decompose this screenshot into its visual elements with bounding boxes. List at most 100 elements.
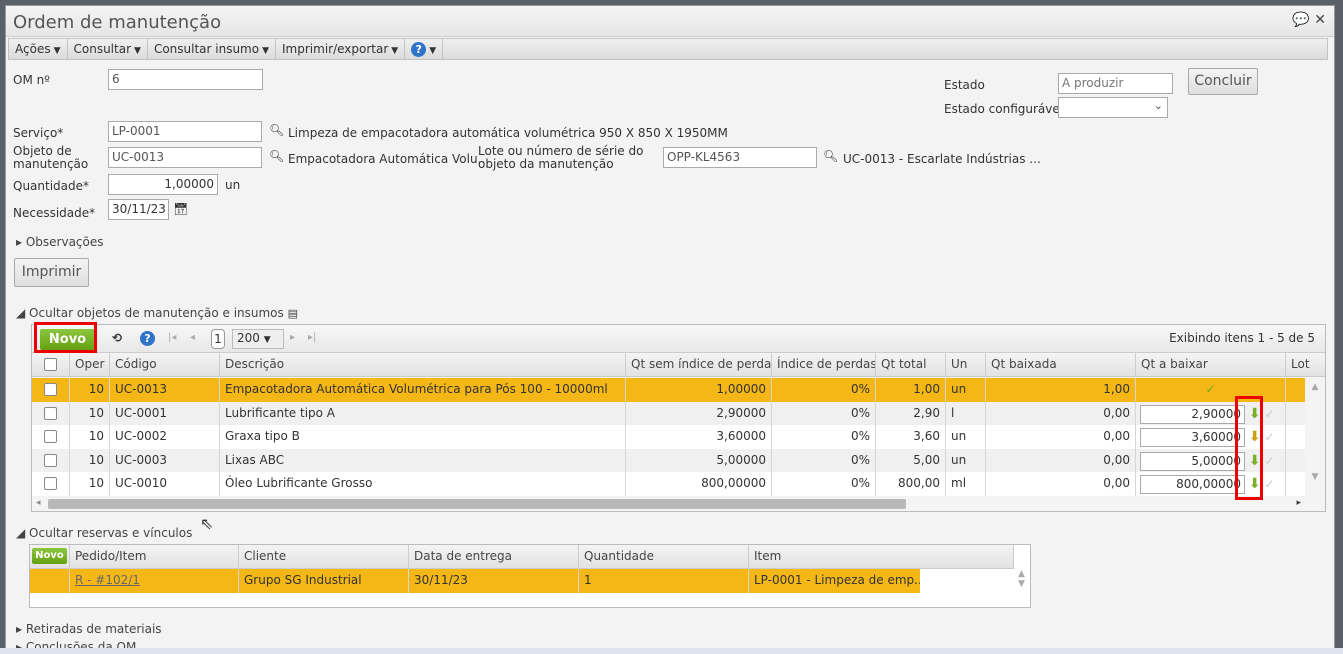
estado-configuravel-select[interactable]: ⌄ xyxy=(1058,97,1168,118)
concluir-button[interactable]: Concluir xyxy=(1188,68,1258,95)
scroll-thumb[interactable] xyxy=(48,499,906,509)
col-qt-baixada[interactable]: Qt baixada xyxy=(986,353,1136,377)
reserva-row[interactable]: R - #102/1 Grupo SG Industrial 30/11/23 … xyxy=(30,569,920,593)
prev-page-icon[interactable]: ◂ xyxy=(190,332,195,343)
qt-total-cell: 5,00 xyxy=(876,448,946,473)
menu-consultar[interactable]: Consultar ▼ xyxy=(68,39,148,59)
om-label: OM nº xyxy=(13,73,50,87)
table-row[interactable]: 10 UC-0013 Empacotadora Automática Volumét… xyxy=(32,378,1325,402)
col-un[interactable]: Un xyxy=(946,353,986,377)
qt-a-baixar-input[interactable]: 800,00000 xyxy=(1140,475,1245,494)
qt-a-baixar-input[interactable]: 5,00000 xyxy=(1140,451,1245,471)
pedido-link[interactable]: R - #102/1 xyxy=(75,573,140,587)
reservas-section-toggle[interactable]: ◢ Ocultar reservas e vínculos xyxy=(16,526,192,540)
col-qt-sem[interactable]: Qt sem índice de perdas xyxy=(626,353,772,377)
oper-cell: 10 xyxy=(70,378,110,402)
row-checkbox[interactable] xyxy=(44,453,57,467)
search-icon[interactable]: 🔍︎ xyxy=(269,123,284,137)
indice-cell: 0% xyxy=(772,425,876,449)
search-icon[interactable]: 🔍︎ xyxy=(269,149,284,163)
qt-a-baixar-input[interactable]: 2,90000 xyxy=(1140,404,1245,424)
om-number-field[interactable]: 6 xyxy=(108,69,263,90)
row-checkbox[interactable] xyxy=(44,383,57,396)
codigo-cell: UC-0002 xyxy=(110,425,220,449)
servico-field[interactable]: LP-0001 xyxy=(108,121,262,142)
objeto-label: Objeto de manutenção xyxy=(13,144,89,171)
vertical-scrollbar[interactable]: ▲ ▼ xyxy=(1305,378,1325,496)
retiradas-toggle[interactable]: ▸ Retiradas de materiais xyxy=(16,622,162,636)
qt-a-baixar-cell: 2,90000 ⬇ ✓ xyxy=(1136,401,1286,426)
close-icon[interactable]: ✕ xyxy=(1314,12,1326,28)
table-row[interactable]: 10 UC-0001 Lubrificante tipo A 2,90000 0% 2,9… xyxy=(32,401,1325,426)
row-checkbox[interactable] xyxy=(44,477,57,490)
menu-imprimir-exportar[interactable]: Imprimir/exportar ▼ xyxy=(276,39,406,59)
col-qt-a-baixar[interactable]: Qt a baixar xyxy=(1136,353,1286,377)
page-size-select[interactable]: 200 ▼ xyxy=(232,329,284,349)
insumos-section-toggle[interactable]: ◢ Ocultar objetos de manutenção e insumo… xyxy=(16,306,298,320)
qt-baixada-cell: 1,00 xyxy=(986,378,1136,402)
last-page-icon[interactable]: ▸| xyxy=(308,332,316,343)
help-icon[interactable]: ? xyxy=(140,331,155,346)
search-icon[interactable]: 🔍︎ xyxy=(823,149,838,163)
col-item[interactable]: Item xyxy=(749,545,1014,569)
first-page-icon[interactable]: |◂ xyxy=(168,332,176,343)
col-pedido[interactable]: Pedido/Item xyxy=(70,545,239,569)
check-icon[interactable]: ✓ xyxy=(1264,430,1274,444)
col-lot[interactable]: Lot xyxy=(1286,353,1325,377)
qt-sem-cell: 5,00000 xyxy=(626,448,772,473)
menu-help[interactable]: ? ▼ xyxy=(405,39,444,59)
table-row[interactable]: 10 UC-0010 Óleo Lubrificante Grosso 800,000… xyxy=(32,472,1325,496)
quantidade-field[interactable]: 1,00000 xyxy=(108,174,218,195)
necessidade-field[interactable]: 30/11/23 xyxy=(108,199,169,220)
reservas-novo-button[interactable]: Novo xyxy=(32,548,67,564)
estado-field[interactable]: A produzir xyxy=(1058,73,1173,94)
col-quantidade[interactable]: Quantidade xyxy=(579,545,749,569)
data-cell: 30/11/23 xyxy=(409,569,579,593)
col-cliente[interactable]: Cliente xyxy=(239,545,409,569)
highlight-baixar-arrows xyxy=(1235,396,1263,500)
refresh-icon[interactable]: ⟲ xyxy=(112,331,122,345)
col-qt-total[interactable]: Qt total xyxy=(876,353,946,377)
check-icon[interactable]: ✓ xyxy=(1264,454,1274,468)
comment-icon[interactable]: 💬 xyxy=(1292,12,1309,28)
indice-cell: 0% xyxy=(772,378,876,402)
checkbox-cell xyxy=(32,425,70,449)
next-page-icon[interactable]: ▸ xyxy=(290,332,295,343)
horizontal-scrollbar[interactable]: ◂ ▸ xyxy=(32,496,1325,511)
un-cell: l xyxy=(946,401,986,426)
row-checkbox[interactable] xyxy=(44,406,57,420)
calendar-icon[interactable]: 📅︎ xyxy=(173,202,188,216)
objeto-field[interactable]: UC-0013 xyxy=(108,147,262,168)
qt-a-baixar-input[interactable]: 3,60000 xyxy=(1140,428,1245,447)
check-icon[interactable]: ✓ xyxy=(1264,407,1274,421)
indice-cell: 0% xyxy=(772,401,876,426)
checkbox-cell xyxy=(32,401,70,426)
col-descricao[interactable]: Descrição xyxy=(220,353,626,377)
qt-sem-cell: 800,00000 xyxy=(626,472,772,496)
col-oper[interactable]: Oper xyxy=(70,353,110,377)
lote-label: Lote ou número de série do objeto da man… xyxy=(478,144,644,171)
un-cell: un xyxy=(946,378,986,402)
select-all-checkbox[interactable] xyxy=(44,358,57,371)
reservas-scrollbar[interactable]: ▲ ▼ xyxy=(1013,569,1030,607)
col-codigo[interactable]: Código xyxy=(110,353,220,377)
qt-a-baixar-cell: 5,00000 ⬇ ✓ xyxy=(1136,448,1286,473)
table-row[interactable]: 10 UC-0002 Graxa tipo B 3,60000 0% 3,60 un 0,00… xyxy=(32,425,1325,449)
qt-a-baixar-cell: 800,00000 ⬇ ✓ xyxy=(1136,472,1286,496)
table-row[interactable]: 10 UC-0003 Lixas ABC 5,00000 0% 5,00 un 0,00 5,0… xyxy=(32,448,1325,473)
menu-acoes[interactable]: Ações ▼ xyxy=(9,39,68,59)
imprimir-button[interactable]: Imprimir xyxy=(14,258,89,287)
menu-consultar-insumo[interactable]: Consultar insumo ▼ xyxy=(148,39,277,59)
lote-description: UC-0013 - Escarlate Indústrias ... xyxy=(843,152,1041,166)
page-number[interactable]: 1 xyxy=(211,329,225,349)
un-cell: un xyxy=(946,448,986,473)
indice-cell: 0% xyxy=(772,448,876,473)
check-icon[interactable]: ✓ xyxy=(1264,477,1274,491)
lote-field[interactable]: OPP-KL4563 xyxy=(663,147,817,168)
servico-label: Serviço* xyxy=(13,126,64,140)
col-data-entrega[interactable]: Data de entrega xyxy=(409,545,579,569)
col-indice[interactable]: Índice de perdas xyxy=(772,353,876,377)
row-checkbox[interactable] xyxy=(44,430,57,443)
codigo-cell: UC-0001 xyxy=(110,401,220,426)
observacoes-toggle[interactable]: ▸ Observações xyxy=(16,235,104,249)
